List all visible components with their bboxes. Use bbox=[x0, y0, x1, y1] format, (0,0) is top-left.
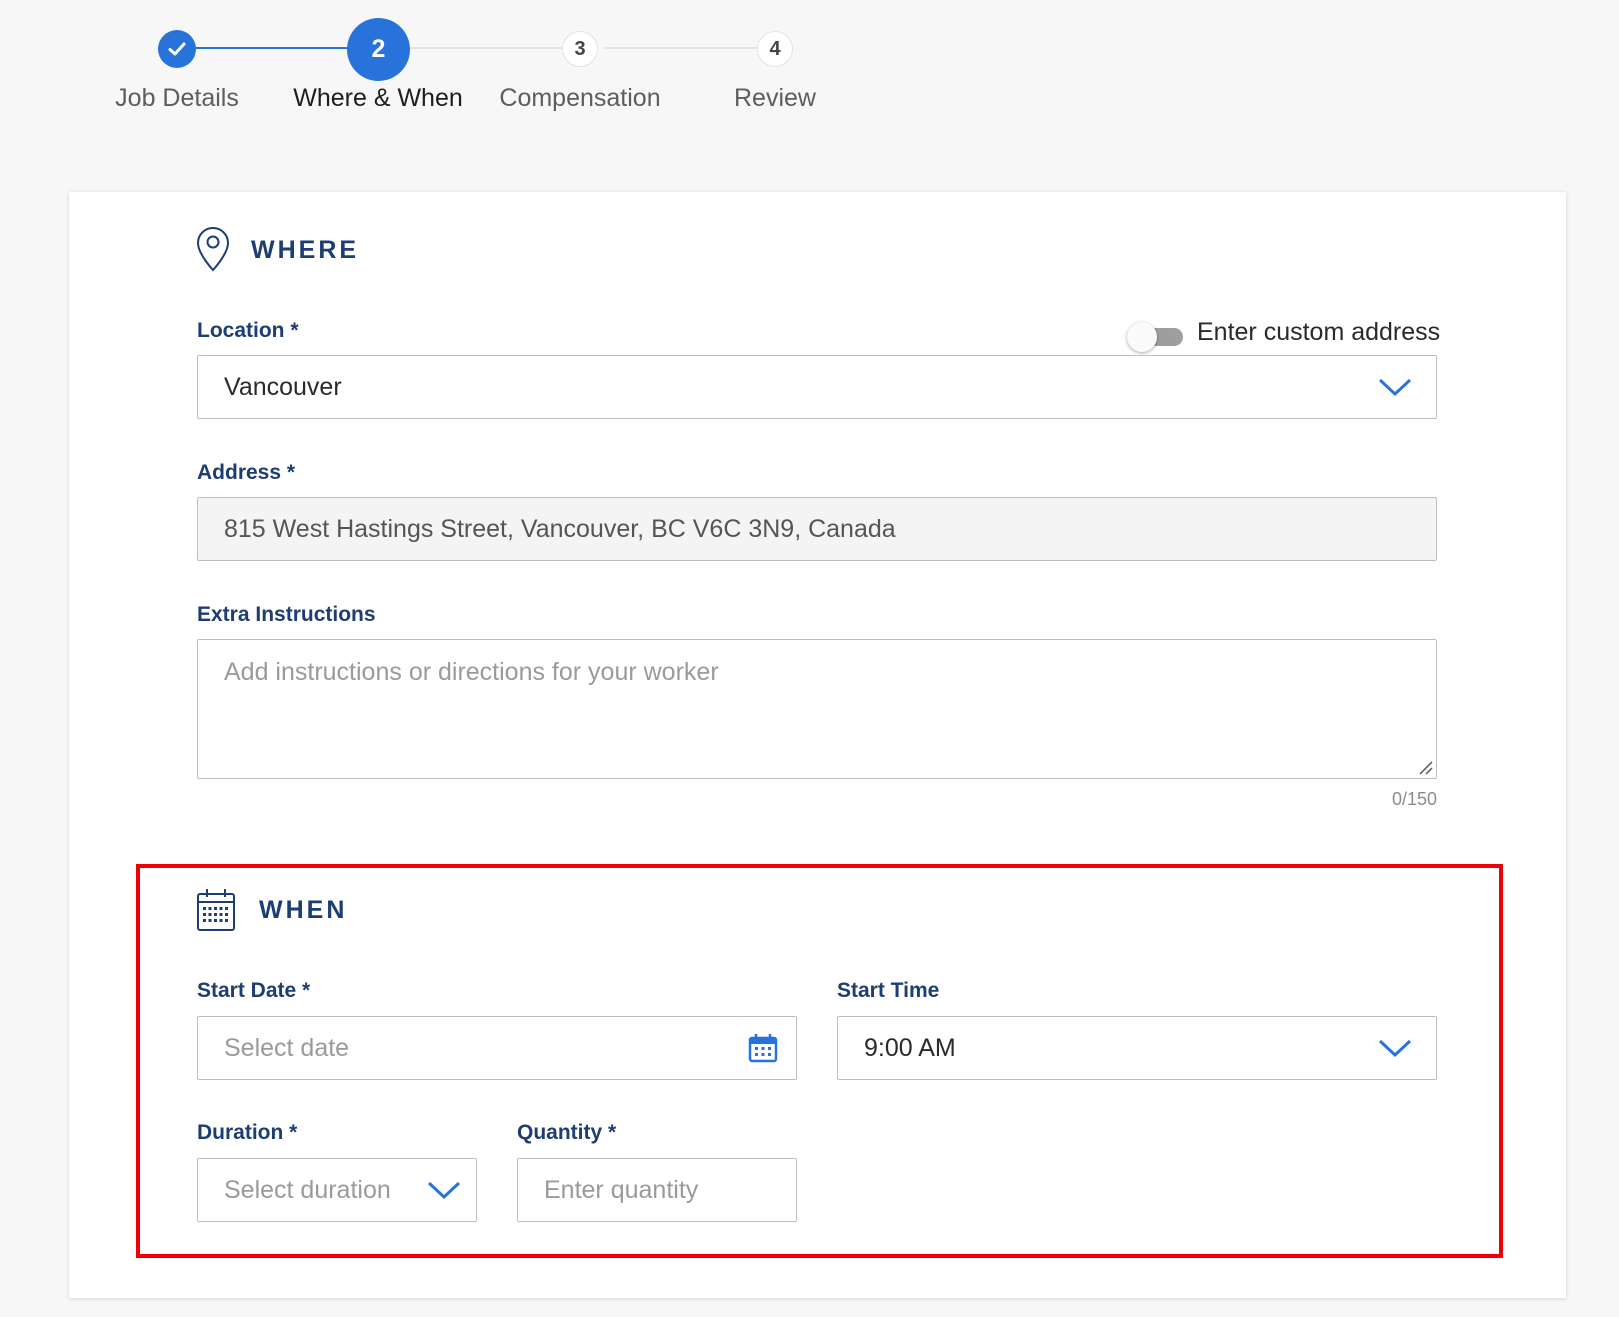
location-value: Vancouver bbox=[224, 372, 342, 401]
custom-address-label: Enter custom address bbox=[1197, 318, 1441, 346]
address-value: 815 West Hastings Street, Vancouver, BC … bbox=[224, 514, 896, 543]
step-3-number: 3 bbox=[574, 37, 586, 60]
character-counter: 0/150 bbox=[1391, 789, 1437, 809]
location-select[interactable]: Vancouver bbox=[197, 355, 1437, 419]
location-pin-icon bbox=[196, 226, 230, 272]
resize-handle-icon[interactable] bbox=[1417, 759, 1433, 775]
step-4-number: 4 bbox=[769, 37, 781, 60]
when-section-highlight bbox=[136, 864, 1503, 1258]
step-1-label: Job Details bbox=[115, 84, 239, 112]
step-2-label: Where & When bbox=[293, 84, 463, 112]
extra-instructions-placeholder: Add instructions or directions for your … bbox=[224, 658, 719, 686]
address-field: 815 West Hastings Street, Vancouver, BC … bbox=[197, 497, 1437, 561]
step-4-label: Review bbox=[734, 84, 816, 112]
step-connector-3 bbox=[605, 47, 760, 49]
step-1-complete[interactable] bbox=[158, 30, 196, 68]
checkmark-icon bbox=[168, 42, 186, 56]
step-connector-1 bbox=[177, 47, 347, 49]
toggle-knob[interactable] bbox=[1127, 322, 1157, 352]
address-label: Address * bbox=[197, 461, 296, 484]
step-3-label: Compensation bbox=[499, 84, 661, 112]
progress-stepper: 2 3 4 Job Details Where & When Compensat… bbox=[0, 0, 1619, 180]
step-2-number: 2 bbox=[371, 35, 386, 63]
extra-instructions-textarea[interactable]: Add instructions or directions for your … bbox=[197, 639, 1437, 779]
location-label: Location * bbox=[197, 319, 299, 342]
custom-address-toggle[interactable] bbox=[1127, 322, 1185, 352]
step-4[interactable]: 4 bbox=[757, 31, 793, 67]
step-connector-2 bbox=[410, 47, 565, 49]
extra-instructions-label: Extra Instructions bbox=[197, 603, 376, 626]
where-section-title: WHERE bbox=[251, 236, 360, 264]
chevron-down-icon bbox=[1378, 378, 1412, 397]
step-2-active[interactable]: 2 bbox=[347, 18, 410, 81]
step-3[interactable]: 3 bbox=[562, 31, 598, 67]
